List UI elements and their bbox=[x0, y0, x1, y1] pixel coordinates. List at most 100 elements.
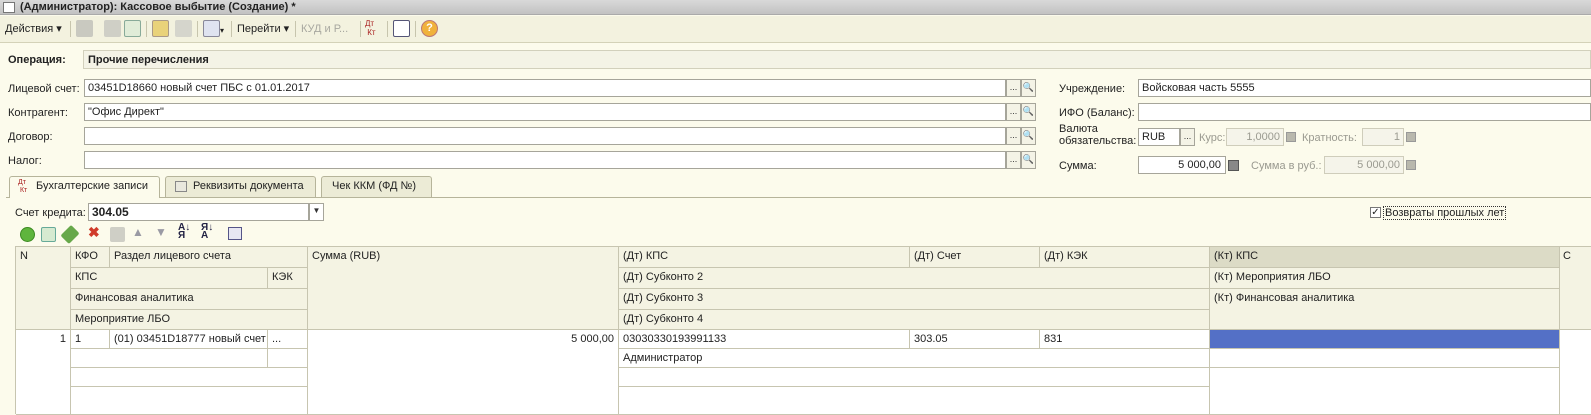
add-copy-icon[interactable] bbox=[124, 20, 141, 37]
contractor-label: Контрагент: bbox=[8, 107, 68, 119]
multiplicity-label: Кратность: bbox=[1302, 132, 1357, 144]
add-row-icon[interactable] bbox=[20, 227, 35, 242]
column-header-kps[interactable]: КПС bbox=[71, 268, 268, 289]
actions-menu[interactable]: Действия ▾ bbox=[5, 21, 62, 38]
sum-field[interactable]: 5 000,00 bbox=[1138, 156, 1226, 174]
table-cell-kps[interactable] bbox=[71, 349, 268, 368]
chevron-down-icon[interactable]: ▾ bbox=[220, 22, 224, 39]
structure-icon[interactable] bbox=[393, 20, 410, 37]
returns-checkbox[interactable]: ✓ bbox=[1370, 207, 1381, 218]
column-header-dt-kek[interactable]: (Дт) КЭК bbox=[1040, 247, 1210, 268]
tab-document-details[interactable]: Реквизиты документа bbox=[165, 176, 316, 197]
operation-value: Прочие перечисления bbox=[88, 54, 209, 66]
currency-field[interactable]: RUB bbox=[1138, 128, 1180, 146]
search-icon[interactable]: 🔍 bbox=[1021, 79, 1036, 97]
table-cell-n[interactable]: 1 bbox=[16, 330, 71, 415]
sort-desc-icon[interactable]: Я↓ А bbox=[201, 223, 213, 241]
search-icon[interactable]: 🔍 bbox=[1021, 103, 1036, 121]
kud-button[interactable]: КУД и Р... bbox=[301, 21, 348, 38]
table-cell-dt-sub2[interactable]: Администратор bbox=[619, 349, 1210, 368]
column-header-section[interactable]: Раздел лицевого счета bbox=[110, 247, 308, 268]
calculator-icon bbox=[1406, 132, 1416, 142]
select-button[interactable]: ... bbox=[1006, 103, 1021, 121]
table-cell-sum[interactable]: 5 000,00 bbox=[308, 330, 619, 415]
table-cell-kek[interactable] bbox=[268, 349, 308, 368]
window-title-bar: (Администратор): Кассовое выбытие (Созда… bbox=[0, 0, 1591, 15]
column-header-sum[interactable]: Сумма (RUB) bbox=[308, 247, 619, 330]
column-header-cut[interactable]: С bbox=[1560, 247, 1591, 330]
calculator-icon[interactable] bbox=[1228, 160, 1239, 171]
column-header-n[interactable]: N bbox=[16, 247, 71, 330]
account-field[interactable]: 03451D18660 новый счет ПБС с 01.01.2017 bbox=[84, 79, 1006, 97]
column-header-dt-account[interactable]: (Дт) Счет bbox=[910, 247, 1040, 268]
search-icon[interactable]: 🔍 bbox=[1021, 127, 1036, 145]
dropdown-arrow-icon[interactable]: ▼ bbox=[309, 203, 324, 221]
post-icon[interactable] bbox=[104, 20, 121, 37]
credit-account-field[interactable]: 304.05 bbox=[88, 203, 309, 221]
column-header-kfo[interactable]: КФО bbox=[71, 247, 110, 268]
document-icon bbox=[175, 181, 187, 192]
column-header-kek[interactable]: КЭК bbox=[268, 268, 308, 289]
select-button[interactable]: ... bbox=[1006, 151, 1021, 169]
table-cell-section-button[interactable]: ... bbox=[268, 330, 308, 349]
table-cell-section[interactable]: (01) 03451D18777 новый счет ПБС ... bbox=[110, 330, 268, 349]
table-cell-kfo[interactable]: 1 bbox=[71, 330, 110, 349]
column-header-kt-event[interactable]: (Кт) Мероприятия ЛБО bbox=[1210, 268, 1560, 289]
sum-rub-label: Сумма в руб.: bbox=[1251, 160, 1322, 172]
search-icon[interactable]: 🔍 bbox=[1021, 151, 1036, 169]
table-cell-dt-account[interactable]: 303.05 bbox=[910, 330, 1040, 349]
toolbar-separator bbox=[197, 21, 198, 37]
table-cell-dt-sub4[interactable] bbox=[619, 387, 1210, 415]
column-header-event[interactable]: Мероприятие ЛБО bbox=[71, 310, 308, 330]
contract-field[interactable] bbox=[84, 127, 1006, 145]
select-button[interactable]: ... bbox=[1006, 127, 1021, 145]
table-cell-dt-kek[interactable]: 831 bbox=[1040, 330, 1210, 349]
print-icon[interactable] bbox=[203, 20, 220, 37]
lock-icon[interactable] bbox=[175, 20, 192, 37]
select-button[interactable]: ... bbox=[1006, 79, 1021, 97]
tab-accounting-entries[interactable]: Дт Кт Бухгалтерские записи bbox=[9, 176, 160, 198]
table-cell-kt-event[interactable] bbox=[1210, 349, 1560, 368]
select-button[interactable]: ... bbox=[1180, 128, 1195, 146]
credit-label: Счет кредита: bbox=[15, 207, 86, 219]
returns-label[interactable]: Возвраты прошлых лет bbox=[1383, 206, 1507, 220]
save-icon[interactable] bbox=[76, 20, 93, 37]
edit-icon[interactable] bbox=[60, 224, 80, 245]
column-header-dt-sub4[interactable]: (Дт) Субконто 4 bbox=[619, 310, 1210, 330]
column-header-dt-sub3[interactable]: (Дт) Субконто 3 bbox=[619, 289, 1210, 310]
ifo-label: ИФО (Баланс): bbox=[1059, 107, 1135, 119]
calculator-icon bbox=[1406, 160, 1416, 170]
table-cell-kt-fin[interactable] bbox=[1210, 368, 1560, 415]
table-cell-event[interactable] bbox=[71, 387, 308, 415]
copy-row-icon[interactable] bbox=[41, 227, 56, 242]
help-icon[interactable]: ? bbox=[421, 20, 438, 37]
tax-field[interactable] bbox=[84, 151, 1006, 169]
contractor-field[interactable]: "Офис Директ" bbox=[84, 103, 1006, 121]
document-edit-icon[interactable] bbox=[152, 20, 169, 37]
table-cell-fin[interactable] bbox=[71, 368, 308, 387]
operation-field[interactable]: Прочие перечисления bbox=[83, 50, 1591, 69]
sort-asc-icon[interactable]: А↓ Я bbox=[178, 223, 190, 241]
delete-icon[interactable]: ✖ bbox=[88, 224, 100, 241]
goto-menu[interactable]: Перейти ▾ bbox=[237, 21, 289, 38]
toolbar-separator bbox=[295, 21, 296, 37]
fill-icon[interactable] bbox=[228, 227, 242, 240]
dt-kt-icon[interactable]: Дт Кт bbox=[365, 19, 376, 37]
move-up-icon: ▲ bbox=[132, 225, 144, 239]
column-header-dt-sub2[interactable]: (Дт) Субконто 2 bbox=[619, 268, 1210, 289]
table-cell-dt-kps[interactable]: 03030330193991133 bbox=[619, 330, 910, 349]
column-header-fin[interactable]: Финансовая аналитика bbox=[71, 289, 308, 310]
tab-kkm-receipt[interactable]: Чек ККМ (ФД №) bbox=[321, 176, 432, 197]
column-header-kt-kps[interactable]: (Кт) КПС bbox=[1210, 247, 1560, 268]
toolbar-separator bbox=[231, 21, 232, 37]
table-cell-cut[interactable] bbox=[1560, 330, 1591, 415]
ifo-field[interactable] bbox=[1138, 103, 1591, 121]
column-header-dt-kps[interactable]: (Дт) КПС bbox=[619, 247, 910, 268]
calculator-icon bbox=[1286, 132, 1296, 142]
rate-field: 1,0000 bbox=[1226, 128, 1284, 146]
toolbar-separator bbox=[360, 21, 361, 37]
institution-field[interactable]: Войсковая часть 5555 bbox=[1138, 79, 1591, 97]
table-cell-dt-sub3[interactable] bbox=[619, 368, 1210, 387]
table-cell-kt-kps-selected[interactable] bbox=[1210, 330, 1560, 349]
column-header-kt-fin[interactable]: (Кт) Финансовая аналитика bbox=[1210, 289, 1560, 330]
